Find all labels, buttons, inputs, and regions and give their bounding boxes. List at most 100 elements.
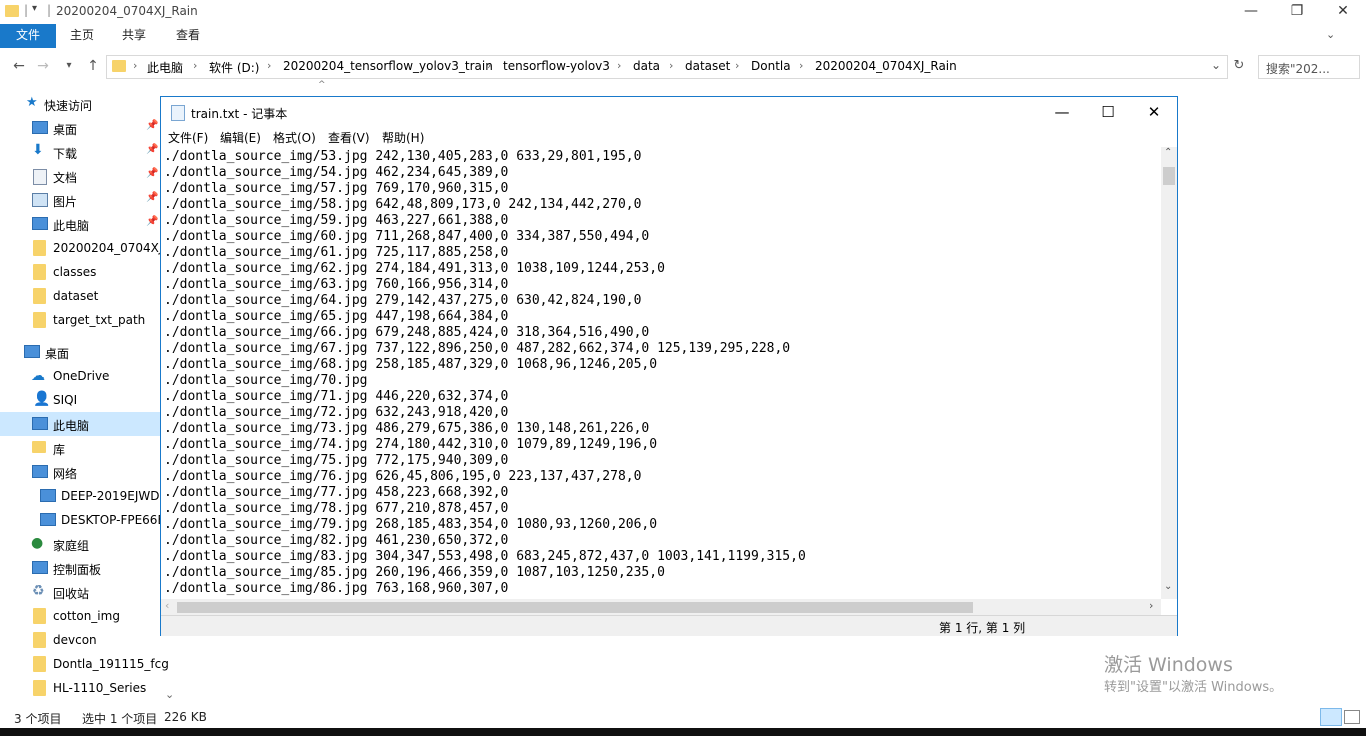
breadcrumb-separator-icon[interactable]: › bbox=[193, 59, 197, 72]
nav-item-folder[interactable]: Dontla_191115_fcg bbox=[0, 652, 178, 676]
tab-share[interactable]: 共享 bbox=[114, 24, 154, 48]
close-icon[interactable]: ✕ bbox=[1320, 0, 1366, 24]
tab-home[interactable]: 主页 bbox=[62, 24, 102, 48]
breadcrumb-separator-icon[interactable]: › bbox=[735, 59, 739, 72]
search-input[interactable]: 搜索"202... bbox=[1258, 55, 1360, 79]
menu-edit[interactable]: 编辑(E) bbox=[220, 129, 261, 146]
menu-view[interactable]: 查看(V) bbox=[328, 129, 370, 146]
up-arrow-icon[interactable]: ↑ bbox=[82, 56, 104, 76]
text-line: ./dontla_source_img/68.jpg 258,185,487,3… bbox=[164, 357, 658, 372]
minimize-icon[interactable]: — bbox=[1228, 0, 1274, 24]
breadcrumb-separator-icon[interactable]: › bbox=[799, 59, 803, 72]
pin-icon[interactable]: 📌 bbox=[146, 192, 158, 203]
large-icons-view-icon[interactable] bbox=[1344, 710, 1360, 724]
pin-icon[interactable]: 📌 bbox=[146, 168, 158, 179]
nav-item-this-pc-quick[interactable]: 此电脑 📌 bbox=[0, 212, 178, 236]
breadcrumb-item[interactable]: data bbox=[633, 59, 660, 73]
nav-item-folder[interactable]: devcon bbox=[0, 628, 178, 652]
text-line: ./dontla_source_img/67.jpg 737,122,896,2… bbox=[164, 341, 791, 356]
computer-icon bbox=[32, 417, 48, 430]
nav-label: 此电脑 bbox=[53, 219, 90, 233]
pin-icon[interactable]: 📌 bbox=[146, 216, 158, 227]
nav-item-network-pc[interactable]: DESKTOP-FPE66E bbox=[0, 508, 178, 532]
nav-item-documents[interactable]: 文档 📌 bbox=[0, 164, 178, 188]
breadcrumb-item[interactable]: 20200204_0704XJ_Rain bbox=[815, 59, 957, 73]
nav-item-folder[interactable]: target_txt_path bbox=[0, 308, 178, 332]
vertical-scrollbar[interactable]: ⌃ ⌄ bbox=[1161, 147, 1177, 599]
nav-item-recycle-bin[interactable]: ♻ 回收站 bbox=[0, 580, 178, 604]
details-view-icon[interactable] bbox=[1320, 708, 1342, 726]
breadcrumb-item[interactable]: 20200204_tensorflow_yolov3_train bbox=[283, 59, 493, 73]
breadcrumb-separator-icon[interactable]: › bbox=[133, 59, 137, 72]
nav-item-folder[interactable]: 20200204_0704XJ_ bbox=[0, 236, 178, 260]
breadcrumb-separator-icon[interactable]: › bbox=[669, 59, 673, 72]
scroll-right-icon[interactable]: › bbox=[1149, 599, 1153, 612]
search-placeholder: 搜索"202... bbox=[1266, 62, 1330, 76]
horizontal-scrollbar[interactable]: ‹ › bbox=[161, 599, 1161, 615]
breadcrumb-separator-icon[interactable]: › bbox=[267, 59, 271, 72]
nav-item-desktop-root[interactable]: 桌面 bbox=[0, 340, 178, 364]
horizontal-scroll-thumb[interactable] bbox=[177, 602, 973, 613]
nav-item-quick-access[interactable]: ★ 快速访问 bbox=[0, 92, 178, 116]
breadcrumb-separator-icon[interactable]: › bbox=[617, 59, 621, 72]
tab-file[interactable]: 文件 bbox=[0, 24, 56, 48]
menu-file[interactable]: 文件(F) bbox=[168, 129, 208, 146]
nav-item-control-panel[interactable]: 控制面板 bbox=[0, 556, 178, 580]
menu-format[interactable]: 格式(O) bbox=[273, 129, 316, 146]
breadcrumb-item[interactable]: Dontla bbox=[751, 59, 791, 73]
pin-icon[interactable]: 📌 bbox=[146, 144, 158, 155]
nav-label: 快速访问 bbox=[44, 99, 93, 113]
nav-item-onedrive[interactable]: ☁ OneDrive bbox=[0, 364, 178, 388]
cloud-icon: ☁ bbox=[31, 368, 45, 384]
recent-dropdown-icon[interactable]: ▾ bbox=[58, 56, 80, 76]
nav-item-network[interactable]: 网络 bbox=[0, 460, 178, 484]
nav-item-folder[interactable]: HL-1110_Series bbox=[0, 676, 178, 700]
nav-item-folder[interactable]: cotton_img bbox=[0, 604, 178, 628]
nav-item-homegroup[interactable]: ● 家庭组 bbox=[0, 532, 178, 556]
vertical-scroll-thumb[interactable] bbox=[1163, 167, 1175, 185]
pin-icon[interactable]: 📌 bbox=[146, 120, 158, 131]
text-line: ./dontla_source_img/59.jpg 463,227,661,3… bbox=[164, 213, 509, 228]
nav-item-downloads[interactable]: ⬇ 下载 📌 bbox=[0, 140, 178, 164]
nav-label: 库 bbox=[53, 443, 66, 457]
text-line: ./dontla_source_img/82.jpg 461,230,650,3… bbox=[164, 533, 509, 548]
menu-help[interactable]: 帮助(H) bbox=[382, 129, 424, 146]
breadcrumb-item[interactable]: 此电脑 bbox=[147, 59, 183, 76]
breadcrumb-separator-icon[interactable]: › bbox=[487, 59, 491, 72]
tab-view[interactable]: 查看 bbox=[168, 24, 208, 48]
nav-item-folder[interactable]: classes bbox=[0, 260, 178, 284]
nav-label: Dontla_191115_fcg bbox=[53, 657, 169, 671]
nav-item-desktop[interactable]: 桌面 📌 bbox=[0, 116, 178, 140]
minimize-icon[interactable]: — bbox=[1039, 97, 1085, 127]
address-field[interactable]: › 此电脑 › 软件 (D:) › 20200204_tensorflow_yo… bbox=[106, 55, 1228, 79]
quick-access-dropdown-icon[interactable]: ▾ bbox=[32, 3, 37, 14]
forward-arrow-icon[interactable]: → bbox=[32, 56, 54, 76]
scroll-down-icon[interactable]: ⌄ bbox=[1164, 581, 1172, 592]
divider: | bbox=[24, 3, 29, 17]
back-arrow-icon[interactable]: ← bbox=[8, 56, 30, 76]
nav-label: dataset bbox=[53, 289, 99, 303]
restore-icon[interactable]: ❐ bbox=[1274, 0, 1320, 24]
nav-label: 此电脑 bbox=[53, 419, 90, 433]
breadcrumb-item[interactable]: dataset bbox=[685, 59, 730, 73]
refresh-icon[interactable]: ↻ bbox=[1228, 56, 1250, 76]
item-count: 3 个项目 bbox=[14, 712, 62, 726]
scroll-up-icon[interactable]: ⌃ bbox=[1164, 147, 1172, 158]
nav-item-folder[interactable]: dataset bbox=[0, 284, 178, 308]
divider: | bbox=[47, 3, 52, 17]
maximize-icon[interactable]: ☐ bbox=[1085, 97, 1131, 127]
address-dropdown-icon[interactable]: ⌄ bbox=[1211, 58, 1221, 72]
text-area[interactable]: ./dontla_source_img/53.jpg 242,130,405,2… bbox=[161, 147, 1161, 599]
text-line: ./dontla_source_img/73.jpg 486,279,675,3… bbox=[164, 421, 650, 436]
nav-scroll-down-icon[interactable]: ⌄ bbox=[165, 688, 174, 701]
close-icon[interactable]: ✕ bbox=[1131, 97, 1177, 127]
nav-item-library[interactable]: 库 bbox=[0, 436, 178, 460]
scroll-left-icon[interactable]: ‹ bbox=[165, 599, 169, 612]
nav-item-this-pc[interactable]: 此电脑 bbox=[0, 412, 178, 436]
breadcrumb-item[interactable]: 软件 (D:) bbox=[209, 59, 259, 76]
nav-item-user[interactable]: 👤 SIQI bbox=[0, 388, 178, 412]
nav-item-pictures[interactable]: 图片 📌 bbox=[0, 188, 178, 212]
ribbon-expand-icon[interactable]: ⌄ bbox=[1326, 28, 1335, 41]
nav-item-network-pc[interactable]: DEEP-2019EJWDO bbox=[0, 484, 178, 508]
breadcrumb-item[interactable]: tensorflow-yolov3 bbox=[503, 59, 610, 73]
